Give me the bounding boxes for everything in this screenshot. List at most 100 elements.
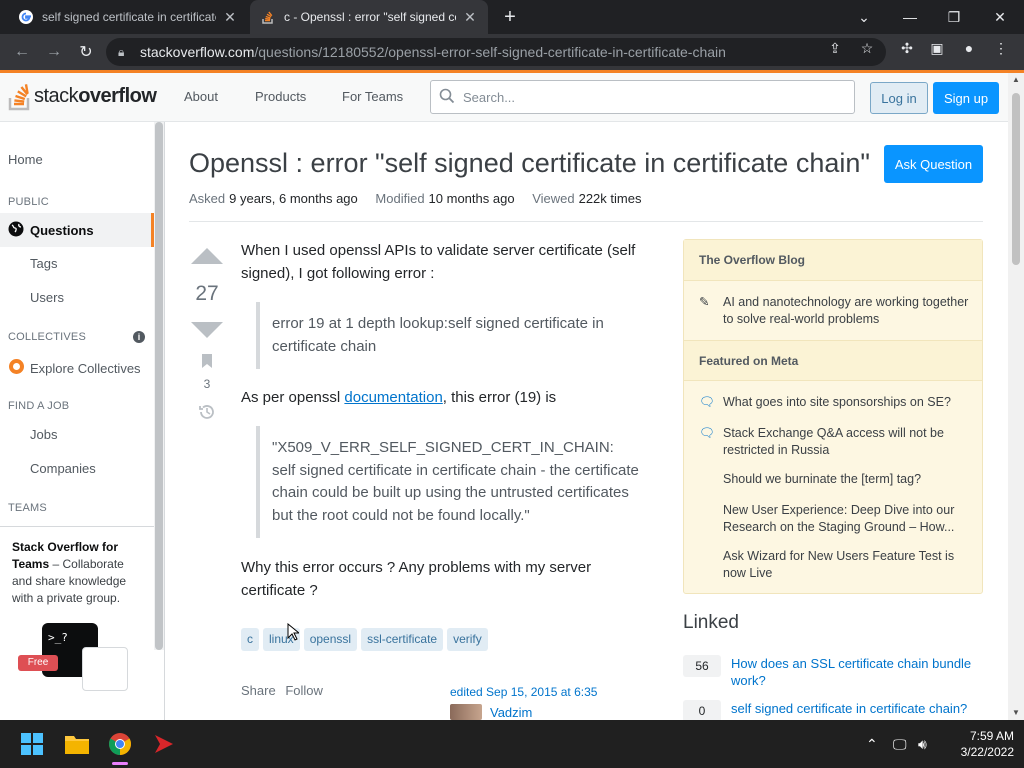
blog-item[interactable]: ✎ AI and nanotechnology are working toge…	[699, 294, 969, 328]
sidebar-item-companies[interactable]: Companies	[30, 461, 154, 476]
share-link[interactable]: Share	[241, 683, 276, 698]
documentation-link[interactable]: documentation	[344, 389, 442, 406]
upvote-button[interactable]	[190, 248, 224, 264]
so-logo[interactable]: stack overflow	[8, 81, 157, 111]
volume-icon[interactable]: 🔊︎	[918, 720, 927, 768]
avatar[interactable]	[450, 704, 482, 720]
scroll-up-arrow-icon[interactable]: ▲	[1008, 73, 1024, 87]
asked-label: Asked	[189, 191, 226, 206]
browser-toolbar: ← → ↻ 🔒︎ stackoverflow.com/questions/121…	[0, 34, 1024, 70]
tag-verify[interactable]: verify	[447, 628, 488, 651]
share-icon[interactable]: ⇪	[826, 40, 844, 58]
linked-item-link[interactable]: How does an SSL certificate chain bundle…	[731, 655, 983, 689]
lock-icon[interactable]: 🔒︎	[118, 45, 134, 60]
page-scrollbar-thumb[interactable]	[1012, 93, 1020, 265]
sidebar-scrollbar-thumb[interactable]	[155, 122, 163, 650]
close-window-button[interactable]: ✕	[978, 0, 1022, 34]
meta-item-text[interactable]: Stack Exchange Q&A access will not be re…	[723, 425, 969, 459]
login-button[interactable]: Log in	[870, 82, 928, 114]
restore-button[interactable]: ❐	[932, 0, 976, 34]
meta-item-text[interactable]: What goes into site sponsorships on SE?	[723, 394, 951, 411]
sidebar-item-label: Questions	[30, 222, 94, 238]
ask-question-button[interactable]: Ask Question	[884, 145, 983, 183]
bookmark-star-icon[interactable]: ☆	[858, 40, 876, 58]
pencil-icon: ✎	[699, 295, 710, 309]
nav-about[interactable]: About	[184, 89, 218, 104]
signup-button[interactable]: Sign up	[933, 82, 999, 114]
blog-item-text[interactable]: AI and nanotechnology are working togeth…	[723, 294, 969, 328]
meta-item-text[interactable]: New User Experience: Deep Dive into our …	[723, 502, 969, 536]
meta-heading: Featured on Meta	[684, 340, 982, 381]
stackoverflow-logo-icon	[8, 84, 30, 111]
active-app-indicator	[112, 762, 128, 765]
timeline-button[interactable]	[190, 403, 224, 421]
sidebar-item-tags[interactable]: Tags	[30, 256, 154, 271]
search-input[interactable]	[463, 89, 843, 105]
browser-tab-stackoverflow[interactable]: c - Openssl : error "self signed certifi…	[250, 0, 488, 34]
follow-link[interactable]: Follow	[285, 683, 323, 698]
page-scrollbar[interactable]: ▲ ▼	[1008, 73, 1024, 720]
close-tab-icon[interactable]: ✕	[222, 9, 238, 26]
meta-item[interactable]: New User Experience: Deep Dive into our …	[699, 502, 969, 536]
search-box[interactable]	[430, 80, 855, 114]
bookmark-button[interactable]	[190, 353, 224, 369]
show-hidden-icons-chevron-icon[interactable]: ⌃	[866, 720, 878, 768]
system-clock[interactable]: 7:59 AM 3/22/2022	[944, 728, 1014, 760]
vote-count: 27	[195, 282, 219, 305]
sidebar-heading-public: PUBLIC	[8, 196, 49, 208]
meta-item[interactable]: 🗨︎ Stack Exchange Q&A access will not be…	[699, 425, 969, 459]
so-header: stackoverflow About Products For Teams L…	[0, 73, 1024, 122]
edited-timestamp[interactable]: edited Sep 15, 2015 at 6:35	[450, 685, 597, 699]
sidebar-item-questions[interactable]: Questions	[0, 213, 154, 247]
file-explorer-icon[interactable]	[61, 728, 93, 760]
extensions-icon[interactable]: ✣	[898, 40, 916, 58]
windows-start-icon[interactable]	[16, 728, 48, 760]
browser-tab-google[interactable]: self signed certificate in certificate c…	[8, 0, 248, 34]
nav-products[interactable]: Products	[255, 89, 306, 104]
app-red-icon[interactable]	[148, 728, 180, 760]
modified-value[interactable]: 10 months ago	[429, 191, 515, 206]
linked-heading: Linked	[683, 612, 739, 633]
linked-item-link[interactable]: self signed certificate in certificate c…	[731, 700, 967, 722]
scroll-down-arrow-icon[interactable]: ▼	[1008, 706, 1024, 720]
address-bar[interactable]: 🔒︎ stackoverflow.com/questions/12180552/…	[106, 38, 886, 66]
tab-search-chevron-icon[interactable]: ⌄	[842, 0, 886, 34]
close-tab-icon[interactable]: ✕	[462, 9, 478, 26]
downvote-button[interactable]	[190, 322, 224, 338]
tag-ssl-certificate[interactable]: ssl-certificate	[361, 628, 444, 651]
info-icon[interactable]: i	[133, 331, 145, 343]
meta-item[interactable]: Ask Wizard for New Users Feature Test is…	[699, 548, 969, 582]
editor-name[interactable]: Vadzim	[490, 705, 532, 720]
checklist-illustration-icon	[82, 647, 128, 691]
blockquote-2: "X509_V_ERR_SELF_SIGNED_CERT_IN_CHAIN: s…	[256, 426, 641, 538]
question-title[interactable]: Openssl : error "self signed certificate…	[189, 148, 870, 179]
profile-icon[interactable]: ●	[960, 40, 978, 58]
linked-item[interactable]: 56 How does an SSL certificate chain bun…	[683, 655, 983, 689]
meta-item-text[interactable]: Ask Wizard for New Users Feature Test is…	[723, 548, 969, 582]
meta-item-text[interactable]: Should we burninate the [term] tag?	[723, 471, 921, 488]
forward-icon[interactable]: →	[42, 40, 66, 64]
tag-c[interactable]: c	[241, 628, 259, 651]
sidebar-item-jobs[interactable]: Jobs	[30, 427, 154, 442]
reload-icon[interactable]: ↻	[74, 40, 98, 64]
sidebar-item-home[interactable]: Home	[8, 152, 162, 167]
asked-value: 9 years, 6 months ago	[229, 191, 358, 206]
minimize-button[interactable]: —	[888, 0, 932, 34]
paragraph-text: , this error (19) is	[442, 389, 557, 406]
network-icon[interactable]: 🖵︎	[893, 720, 907, 768]
sidebar-item-users[interactable]: Users	[30, 290, 154, 305]
nav-for-teams[interactable]: For Teams	[342, 89, 403, 104]
new-tab-button[interactable]: +	[498, 5, 522, 29]
meta-item[interactable]: 🗨︎ What goes into site sponsorships on S…	[699, 394, 969, 411]
meta-item[interactable]: Should we burninate the [term] tag?	[699, 471, 969, 488]
sidebar-item-explore-collectives[interactable]: Explore Collectives	[8, 358, 154, 378]
back-icon[interactable]: ←	[10, 40, 34, 64]
url-path: /questions/12180552/openssl-error-self-s…	[254, 44, 726, 60]
menu-kebab-icon[interactable]: ⋮	[992, 40, 1010, 58]
side-panel-icon[interactable]: ▣	[928, 40, 946, 58]
linked-item[interactable]: 0 self signed certificate in certificate…	[683, 700, 983, 722]
mouse-cursor-icon	[287, 623, 299, 641]
tag-openssl[interactable]: openssl	[303, 628, 358, 651]
sidebar-scrollbar[interactable]	[154, 122, 164, 650]
chrome-icon[interactable]	[104, 728, 136, 765]
